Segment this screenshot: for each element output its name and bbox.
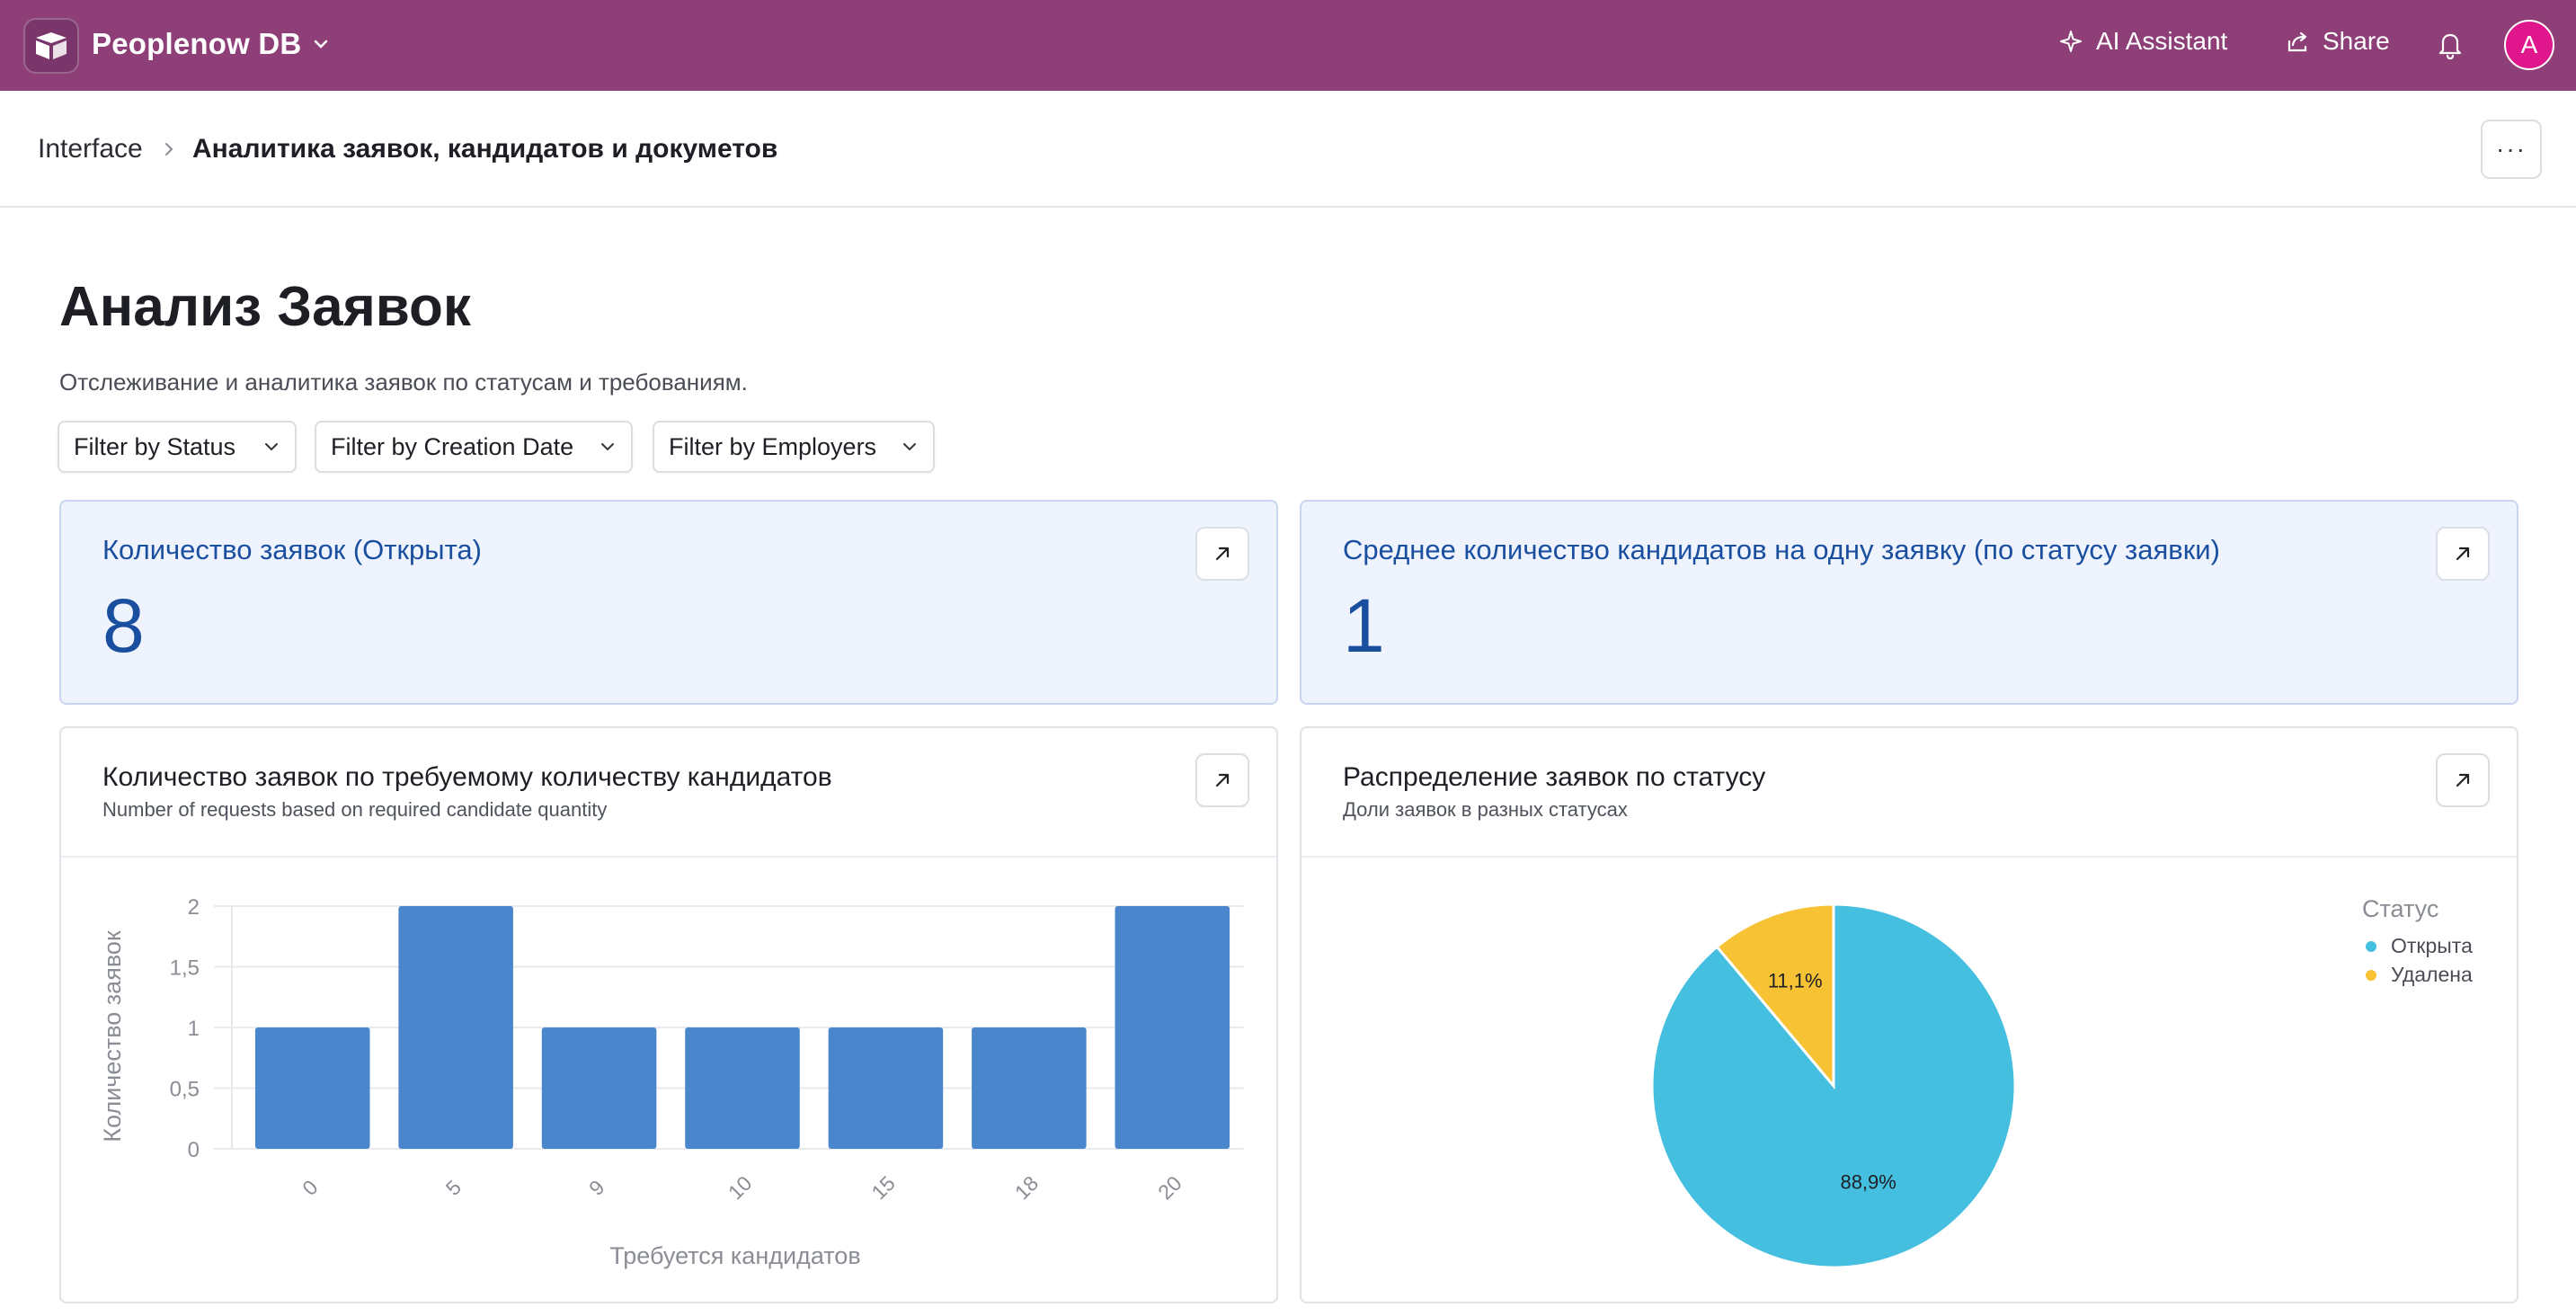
arrow-up-right-icon	[2456, 773, 2470, 787]
legend-title: Статус	[2362, 895, 2438, 922]
pie-data-label: 11,1%	[1768, 969, 1823, 991]
share-label: Share	[2323, 27, 2390, 55]
x-tick-label: 9	[584, 1175, 608, 1199]
chart-title: Распределение заявок по статусу	[1343, 762, 1766, 792]
top-app-bar: Peoplenow DB AI Assistant Share A	[0, 0, 2576, 91]
kpi-value: 8	[102, 583, 145, 668]
legend-swatch	[2366, 970, 2376, 981]
kpi-card-avg-candidates: Среднее количество кандидатов на одну за…	[1300, 500, 2518, 705]
legend-swatch	[2366, 941, 2376, 952]
more-icon: ···	[2496, 135, 2527, 163]
ai-assistant-button[interactable]: AI Assistant	[2058, 27, 2227, 56]
page-title: Анализ Заявок	[59, 276, 471, 338]
kpi-card-open-requests: Количество заявок (Открыта) 8	[59, 500, 1278, 705]
arrow-up-right-icon	[1215, 773, 1230, 787]
breadcrumb-bar: Interface Аналитика заявок, кандидатов и…	[0, 91, 2576, 208]
more-options-button[interactable]: ···	[2481, 120, 2542, 179]
expand-button[interactable]	[1195, 753, 1249, 807]
filter-employers-dropdown[interactable]: Filter by Employers	[653, 421, 935, 473]
y-tick-label: 2	[188, 895, 200, 920]
breadcrumb-current: Аналитика заявок, кандидатов и докуметов	[192, 134, 778, 164]
page-subtitle: Отслеживание и аналитика заявок по стату…	[59, 369, 748, 396]
arrow-up-right-icon	[1215, 547, 1230, 561]
notification-bell-icon[interactable]	[2436, 29, 2465, 61]
bar[interactable]	[254, 1027, 370, 1149]
x-axis-label: Требуется кандидатов	[609, 1242, 860, 1269]
chevron-down-icon	[601, 443, 614, 451]
y-tick-label: 0,5	[170, 1078, 200, 1102]
app-logo-icon[interactable]	[23, 18, 79, 74]
share-button[interactable]: Share	[2285, 27, 2390, 56]
kpi-value: 1	[1343, 583, 1385, 668]
filter-status-dropdown[interactable]: Filter by Status	[58, 421, 297, 473]
chevron-down-icon	[903, 443, 916, 451]
x-tick-label: 10	[724, 1171, 756, 1204]
legend-item-label[interactable]: Открыта	[2391, 934, 2473, 957]
chevron-down-icon	[265, 443, 278, 451]
bar[interactable]	[828, 1027, 944, 1149]
expand-button[interactable]	[2436, 527, 2490, 581]
y-tick-label: 0	[188, 1138, 200, 1162]
user-avatar[interactable]: A	[2504, 20, 2554, 70]
expand-button[interactable]	[1195, 527, 1249, 581]
y-tick-label: 1	[188, 1017, 200, 1041]
app-name[interactable]: Peoplenow DB	[92, 27, 301, 61]
x-tick-label: 0	[298, 1175, 322, 1199]
share-icon	[2287, 31, 2307, 52]
y-axis-label: Количество заявок	[99, 930, 126, 1143]
kpi-title: Среднее количество кандидатов на одну за…	[1343, 534, 2220, 565]
chart-header: Количество заявок по требуемому количест…	[61, 728, 1276, 858]
chevron-down-icon[interactable]	[311, 34, 331, 54]
bar[interactable]	[1115, 906, 1230, 1149]
x-tick-label: 5	[441, 1175, 466, 1199]
chart-title: Количество заявок по требуемому количест…	[102, 762, 832, 792]
ai-assistant-label: AI Assistant	[2096, 27, 2228, 55]
x-tick-label: 15	[866, 1171, 899, 1204]
bar-chart-card: Количество заявок по требуемому количест…	[59, 726, 1278, 1303]
chart-header: Распределение заявок по статусу Доли зая…	[1301, 728, 2517, 858]
filter-label: Filter by Employers	[669, 432, 877, 460]
kpi-title: Количество заявок (Открыта)	[102, 534, 482, 565]
expand-button[interactable]	[2436, 753, 2490, 807]
filter-label: Filter by Creation Date	[331, 432, 574, 460]
filter-label: Filter by Status	[74, 432, 236, 460]
bar[interactable]	[541, 1027, 657, 1149]
bar[interactable]	[972, 1027, 1087, 1149]
arrow-up-right-icon	[2456, 547, 2470, 561]
bar[interactable]	[398, 906, 513, 1149]
y-tick-label: 1,5	[170, 956, 200, 981]
pie-data-label: 88,9%	[1840, 1170, 1896, 1193]
breadcrumb-root[interactable]: Interface	[38, 134, 143, 164]
chart-subtitle: Доли заявок в разных статусах	[1343, 798, 1628, 821]
x-tick-label: 20	[1153, 1171, 1186, 1204]
pie-chart-card: Распределение заявок по статусу Доли зая…	[1300, 726, 2518, 1303]
x-tick-label: 18	[1010, 1171, 1043, 1204]
sparkle-icon	[2060, 31, 2082, 52]
bar-chart: 00,511,520 5 9 10 15 18 20Требуется кандидатов…	[99, 895, 1244, 1269]
legend-item-label[interactable]: Удалена	[2391, 963, 2473, 986]
filter-creation-date-dropdown[interactable]: Filter by Creation Date	[315, 421, 633, 473]
bar[interactable]	[685, 1027, 800, 1149]
pie-chart: 88,9% 11,1% Статус Открыта Удалена	[1650, 895, 2473, 1269]
chevron-right-icon	[165, 143, 173, 156]
chart-subtitle: Number of requests based on required can…	[102, 798, 608, 821]
